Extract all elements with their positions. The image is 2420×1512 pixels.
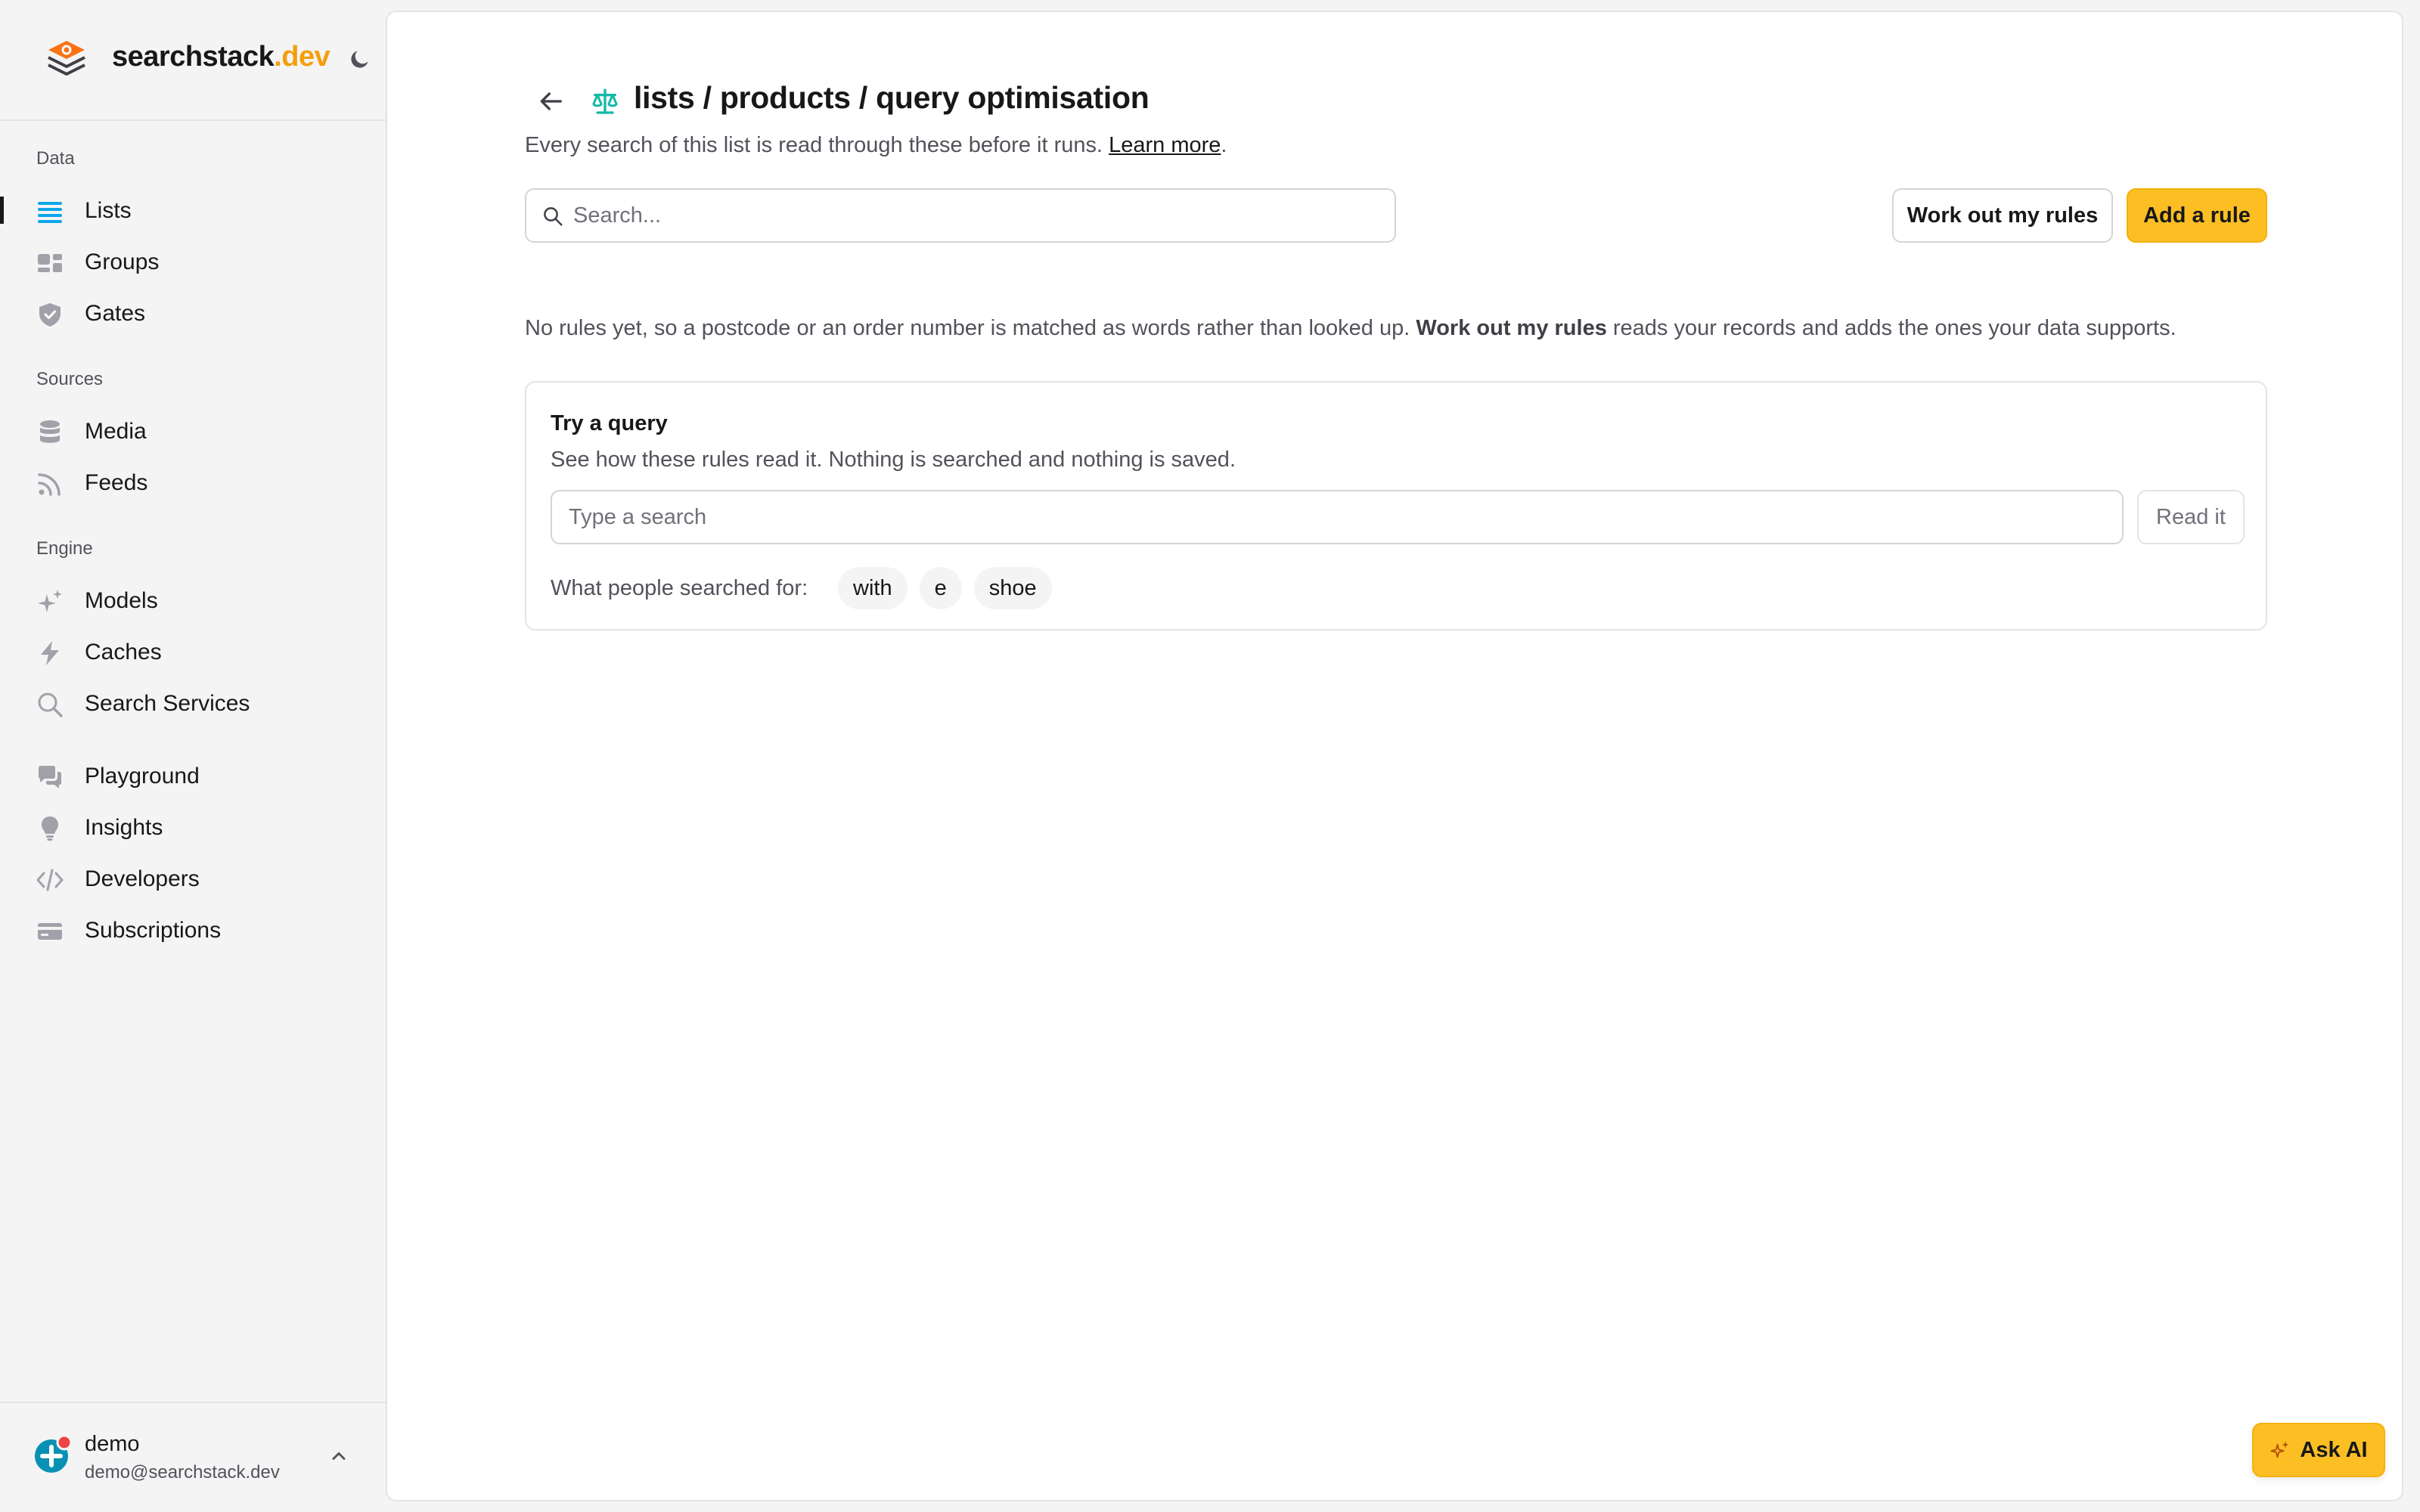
sidebar-item-label: Insights [85, 815, 163, 840]
work-out-rules-button[interactable]: Work out my rules [1892, 188, 2113, 243]
sidebar-item-label: Playground [85, 764, 200, 789]
search-input[interactable] [573, 197, 1382, 234]
sidebar-item-groups[interactable]: Groups [0, 237, 386, 286]
search-chip[interactable]: e [919, 567, 962, 609]
add-rule-button[interactable]: Add a rule [2127, 188, 2267, 243]
code-icon [36, 869, 64, 891]
credit-card-icon [38, 923, 62, 940]
groups-icon [38, 254, 62, 272]
search-chips: with e shoe [838, 567, 1052, 609]
sidebar: searchstack.dev Data Lists Groups Gates [0, 0, 386, 1512]
sidebar-item-label: Search Services [85, 691, 250, 716]
searched-label: What people searched for: [551, 576, 808, 600]
moon-icon[interactable] [348, 47, 372, 71]
sidebar-item-playground[interactable]: Playground [0, 751, 386, 800]
page-title: lists / products / query optimisation [634, 80, 1150, 115]
section-label-data: Data [36, 148, 75, 169]
search-chip[interactable]: shoe [973, 567, 1052, 609]
sidebar-item-subscriptions[interactable]: Subscriptions [0, 906, 386, 954]
sidebar-item-models[interactable]: Models [0, 576, 386, 624]
sidebar-item-label: Lists [85, 198, 132, 223]
user-email: demo@searchstack.dev [85, 1462, 280, 1483]
sidebar-item-developers[interactable]: Developers [0, 854, 386, 903]
lightbulb-icon [42, 816, 58, 841]
section-label-sources: Sources [36, 369, 104, 389]
ask-ai-button[interactable]: Ask AI [2252, 1423, 2385, 1477]
brand-name[interactable]: searchstack.dev [112, 41, 330, 73]
sidebar-item-label: Feeds [85, 470, 148, 495]
database-icon [40, 420, 60, 443]
page-subtitle: Every search of this list is read throug… [525, 133, 1227, 157]
card-description: See how these rules read it. Nothing is … [551, 448, 1236, 472]
sidebar-item-gates[interactable]: Gates [0, 289, 386, 337]
sidebar-item-label: Caches [85, 640, 162, 665]
search-icon [38, 692, 63, 717]
query-input[interactable] [551, 490, 2124, 544]
search-box [525, 188, 1396, 243]
ask-ai-label: Ask AI [2300, 1437, 2368, 1462]
empty-state-message: No rules yet, so a postcode or an order … [525, 316, 2176, 340]
sidebar-item-feeds[interactable]: Feeds [0, 458, 386, 507]
scale-icon [592, 88, 618, 114]
brand-header: searchstack.dev [0, 0, 386, 121]
bolt-icon [41, 641, 59, 665]
logo-icon [48, 41, 85, 76]
sidebar-item-insights[interactable]: Insights [0, 803, 386, 851]
back-arrow-icon[interactable] [535, 86, 566, 116]
user-name: demo [85, 1432, 140, 1456]
sparkles-icon [38, 590, 62, 612]
try-query-card: Try a query See how these rules read it.… [525, 381, 2267, 631]
sidebar-item-search-services[interactable]: Search Services [0, 679, 386, 727]
sidebar-item-label: Models [85, 588, 158, 613]
rss-icon [38, 473, 60, 496]
avatar [35, 1435, 73, 1473]
sidebar-item-label: Media [85, 419, 147, 444]
user-menu[interactable]: demo demo@searchstack.dev [0, 1402, 386, 1512]
sidebar-item-label: Developers [85, 866, 200, 891]
search-icon [544, 207, 563, 226]
sidebar-item-media[interactable]: Media [0, 407, 386, 455]
list-icon [38, 202, 62, 223]
card-title: Try a query [551, 411, 668, 435]
chat-icon [39, 766, 61, 789]
sidebar-item-caches[interactable]: Caches [0, 627, 386, 676]
sparkles-icon [2270, 1441, 2290, 1458]
sidebar-item-label: Groups [85, 249, 160, 274]
sidebar-item-label: Gates [85, 301, 146, 326]
main-panel: lists / products / query optimisation Ev… [386, 11, 2403, 1501]
sidebar-item-lists[interactable]: Lists [0, 186, 386, 234]
read-it-button[interactable]: Read it [2137, 490, 2245, 544]
chevron-up-icon[interactable] [328, 1445, 349, 1467]
search-chip[interactable]: with [838, 567, 908, 609]
sidebar-item-label: Subscriptions [85, 918, 222, 943]
section-label-engine: Engine [36, 538, 93, 559]
shield-icon [39, 303, 60, 327]
learn-more-link[interactable]: Learn more [1109, 133, 1221, 157]
